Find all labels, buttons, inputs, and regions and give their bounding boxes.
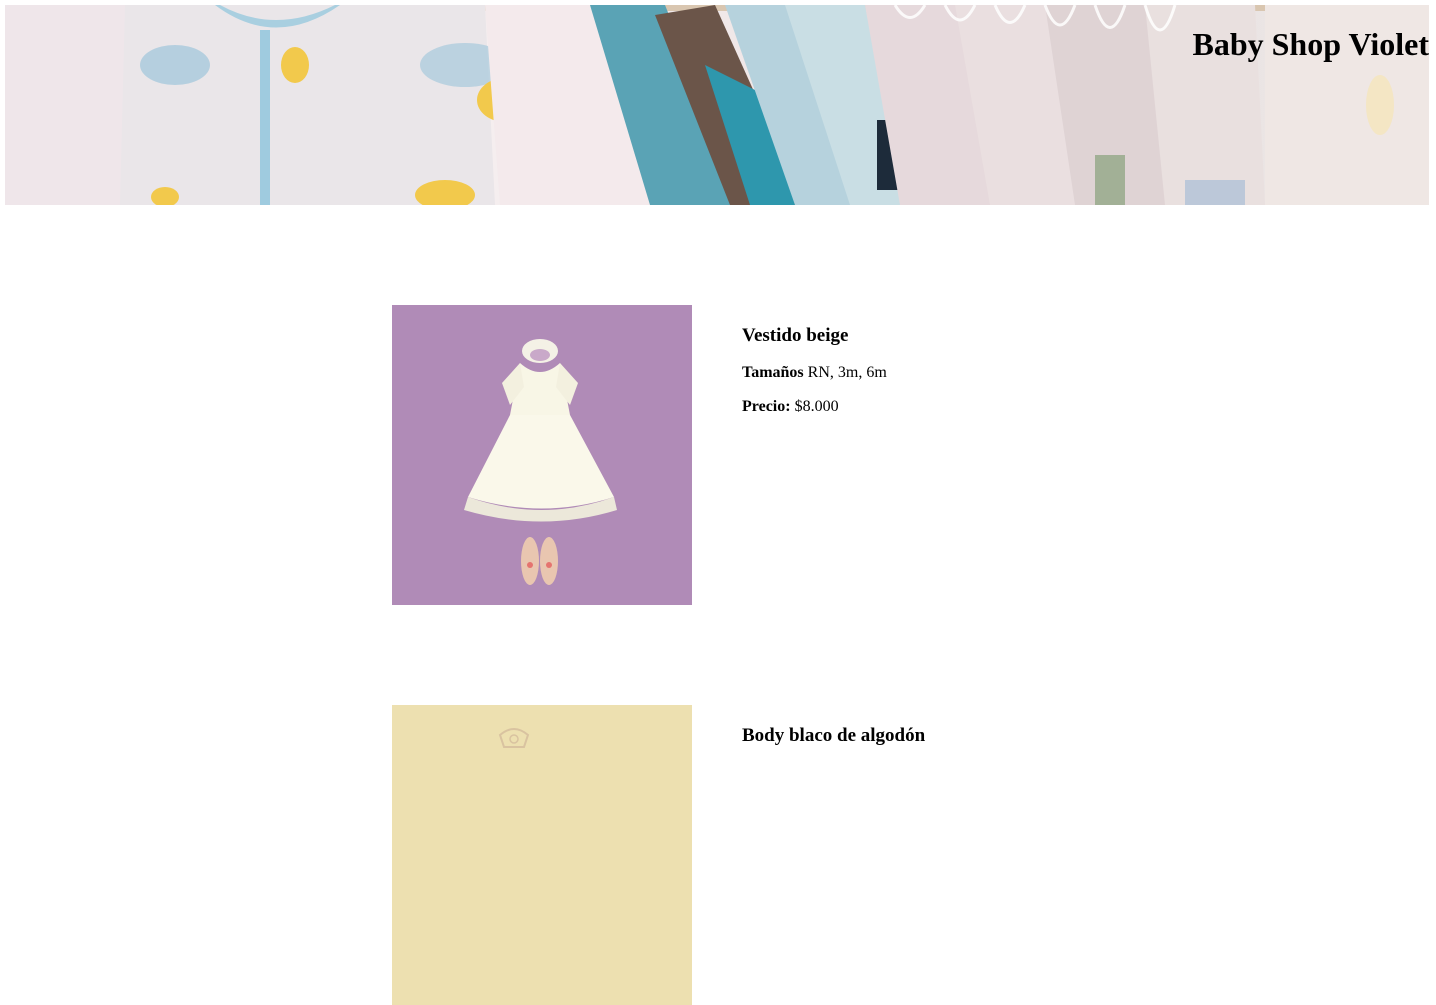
sizes-label: Tamaños <box>742 364 804 381</box>
product-image[interactable] <box>392 305 692 605</box>
product-image[interactable] <box>392 705 692 1005</box>
sizes-value: RN, 3m, 6m <box>807 364 887 381</box>
product-name: Vestido beige <box>742 325 849 346</box>
product-info: Body blaco de algodón <box>742 725 1142 747</box>
product-name: Body blaco de algodón <box>742 725 926 746</box>
brand-title: Baby Shop Violet <box>1192 26 1429 62</box>
product-price: Precio: $8.000 <box>742 398 1142 416</box>
beige-dress-image <box>392 305 692 605</box>
price-label: Precio: <box>742 398 791 415</box>
price-value: $8.000 <box>794 398 839 415</box>
cotton-body-image <box>392 705 692 1005</box>
product-card: Vestido beige Tamaños RN, 3m, 6m Precio:… <box>392 305 1092 605</box>
header-banner: Baby Shop Violet <box>5 5 1429 205</box>
product-card: Body blaco de algodón <box>392 705 1092 1005</box>
product-info: Vestido beige Tamaños RN, 3m, 6m Precio:… <box>742 325 1142 416</box>
product-sizes: Tamaños RN, 3m, 6m <box>742 364 1142 382</box>
